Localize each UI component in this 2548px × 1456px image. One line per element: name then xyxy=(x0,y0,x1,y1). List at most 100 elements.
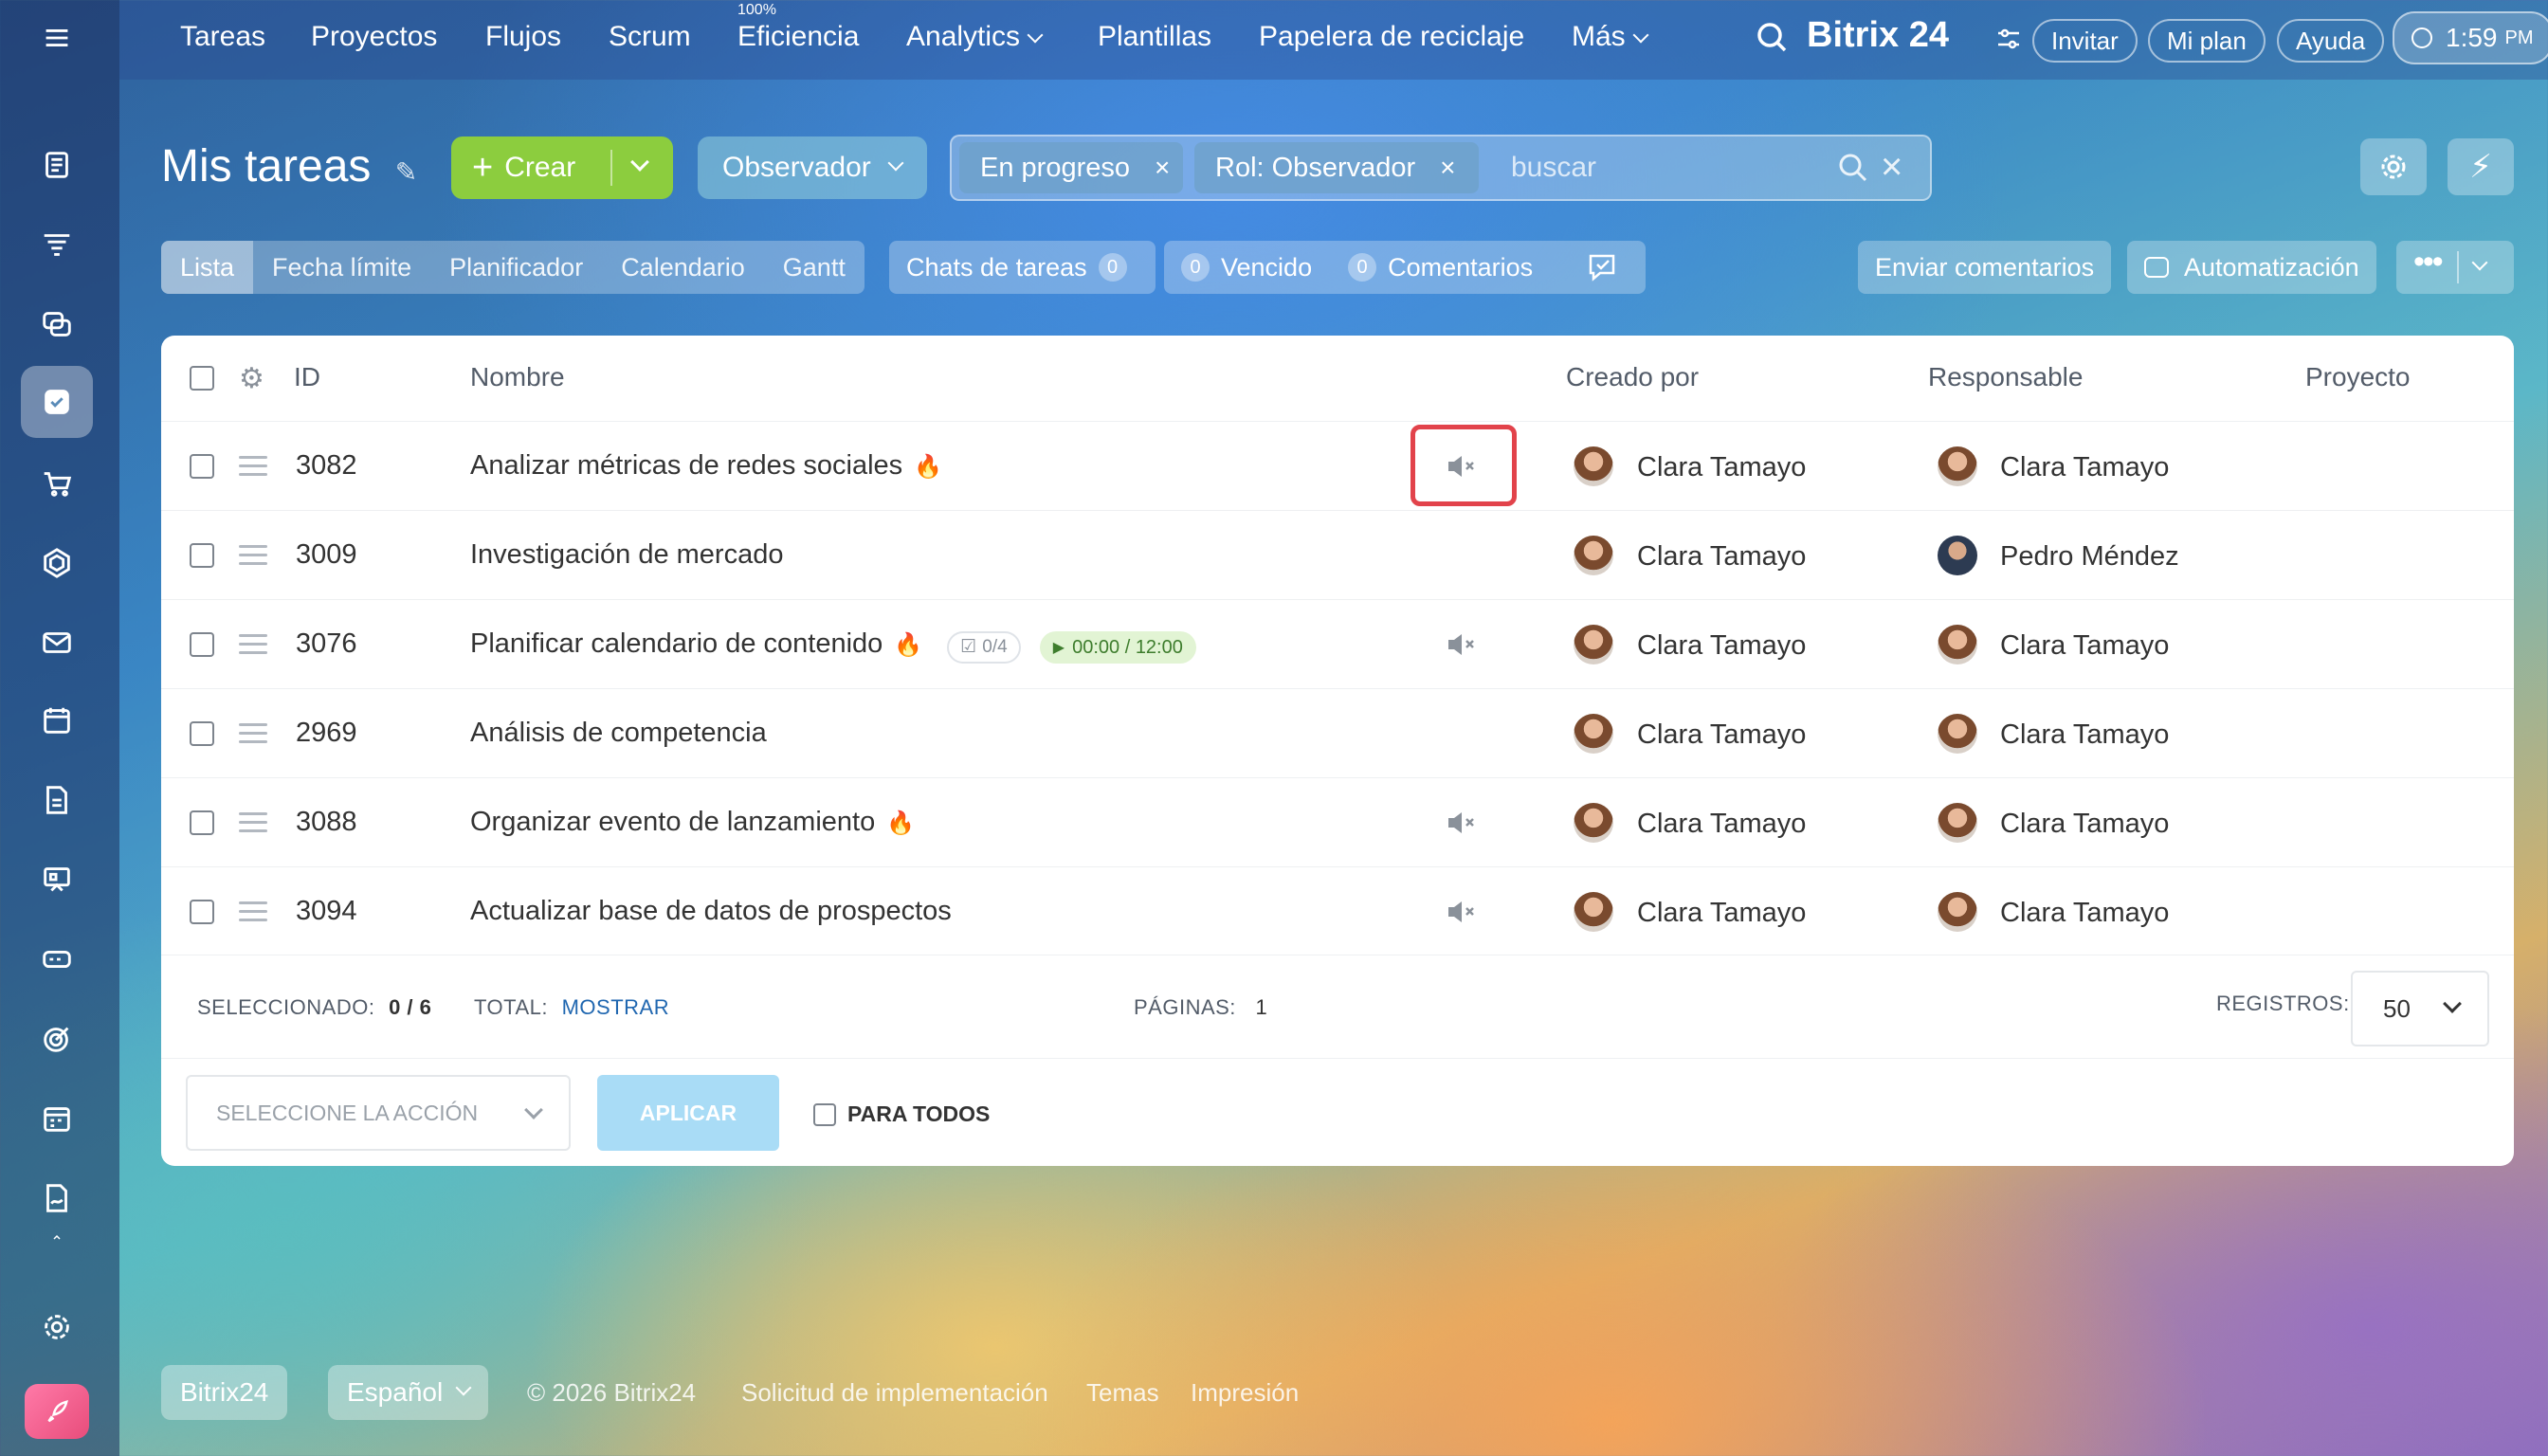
calendar-icon[interactable] xyxy=(21,684,93,756)
implementation-link[interactable]: Solicitud de implementación xyxy=(741,1378,1048,1408)
row-checkbox[interactable] xyxy=(190,810,214,835)
tab-planner[interactable]: Planificador xyxy=(430,241,602,294)
filter-search-box[interactable]: En progreso × Rol: Observador × buscar × xyxy=(950,135,1932,201)
overdue-count[interactable]: 0 xyxy=(1181,253,1210,282)
task-name[interactable]: Analizar métricas de redes sociales 🔥 xyxy=(470,450,942,482)
role-filter-button[interactable]: Observador xyxy=(698,136,927,199)
nav-flows[interactable]: Flujos xyxy=(485,21,561,53)
column-assignee[interactable]: Responsable xyxy=(1928,362,2083,392)
more-actions-button[interactable]: ••• xyxy=(2396,241,2514,294)
muted-icon[interactable] xyxy=(1445,898,1479,926)
print-link[interactable]: Impresión xyxy=(1191,1378,1299,1408)
comments-count[interactable]: 0 xyxy=(1348,253,1377,282)
search-icon[interactable] xyxy=(1754,19,1792,62)
timer-badge[interactable]: ▶ 00:00 / 12:00 xyxy=(1039,631,1196,664)
action-select[interactable]: SELECCIONE LA ACCIÓN xyxy=(186,1075,571,1151)
create-button[interactable]: + Crear xyxy=(451,136,673,199)
row-checkbox[interactable] xyxy=(190,632,214,657)
task-name[interactable]: Análisis de competencia xyxy=(470,718,767,749)
themes-link[interactable]: Temas xyxy=(1086,1378,1159,1408)
drag-handle-icon[interactable] xyxy=(239,634,267,660)
row-checkbox[interactable] xyxy=(190,454,214,479)
creator-name[interactable]: Clara Tamayo xyxy=(1637,630,1806,662)
for-all-checkbox[interactable] xyxy=(813,1102,836,1126)
filter-chip-role[interactable]: Rol: Observador × xyxy=(1194,142,1479,193)
tab-gantt[interactable]: Gantt xyxy=(764,241,864,294)
tab-calendar[interactable]: Calendario xyxy=(602,241,764,294)
drag-handle-icon[interactable] xyxy=(239,901,267,927)
table-row[interactable]: 3088 Organizar evento de lanzamiento 🔥 Cl… xyxy=(161,777,2514,866)
show-total-link[interactable]: MOSTRAR xyxy=(562,995,670,1019)
muted-icon[interactable] xyxy=(1445,809,1479,837)
language-select[interactable]: Español xyxy=(328,1365,489,1420)
task-chats-button[interactable]: Chats de tareas 0 xyxy=(889,241,1156,294)
tasks-icon[interactable] xyxy=(21,366,93,438)
nav-recycle-bin[interactable]: Papelera de reciclaje xyxy=(1259,21,1524,53)
assignee-name[interactable]: Clara Tamayo xyxy=(2000,452,2169,483)
menu-icon[interactable] xyxy=(21,2,93,74)
schedule-icon[interactable] xyxy=(21,1083,93,1155)
funnel-icon[interactable] xyxy=(21,209,93,281)
drag-handle-icon[interactable] xyxy=(239,812,267,838)
my-plan-button[interactable]: Mi plan xyxy=(2148,19,2266,63)
flash-button[interactable]: ⚡ xyxy=(2448,138,2514,195)
footer-brand-button[interactable]: Bitrix24 xyxy=(161,1365,288,1420)
search-icon[interactable] xyxy=(1835,150,1871,191)
comments-label[interactable]: Comentarios xyxy=(1388,253,1533,282)
tab-deadline[interactable]: Fecha límite xyxy=(253,241,430,294)
table-row[interactable]: 3076 Planificar calendario de contenido 🔥… xyxy=(161,599,2514,688)
records-per-page-select[interactable]: 50 xyxy=(2351,971,2489,1046)
settings-icon[interactable] xyxy=(21,1291,93,1363)
assignee-name[interactable]: Clara Tamayo xyxy=(2000,898,2169,929)
automation-button[interactable]: Automatización xyxy=(2127,241,2376,294)
creator-name[interactable]: Clara Tamayo xyxy=(1637,809,1806,840)
nav-projects[interactable]: Proyectos xyxy=(311,21,437,53)
rocket-icon[interactable] xyxy=(25,1384,89,1439)
table-row[interactable]: 3009 Investigación de mercado Clara Tama… xyxy=(161,510,2514,599)
gear-icon[interactable]: ⚙ xyxy=(239,362,264,395)
column-name[interactable]: Nombre xyxy=(470,362,565,392)
chat-icon[interactable] xyxy=(21,288,93,360)
mail-icon[interactable] xyxy=(21,607,93,679)
drive-icon[interactable] xyxy=(21,923,93,995)
assignee-name[interactable]: Clara Tamayo xyxy=(2000,719,2169,751)
task-name[interactable]: Actualizar base de datos de prospectos xyxy=(470,896,952,927)
search-input[interactable]: buscar xyxy=(1511,152,1596,184)
close-icon[interactable]: × xyxy=(1155,153,1170,183)
nav-tasks[interactable]: Tareas xyxy=(180,21,265,53)
table-row[interactable]: 2969 Análisis de competencia Clara Tamay… xyxy=(161,688,2514,777)
table-row[interactable]: 3082 Analizar métricas de redes sociales… xyxy=(161,421,2514,510)
drag-handle-icon[interactable] xyxy=(239,545,267,571)
apply-button[interactable]: APLICAR xyxy=(597,1075,779,1151)
muted-icon[interactable] xyxy=(1445,630,1479,659)
clock-widget[interactable]: 1:59 PM xyxy=(2393,11,2548,64)
invite-button[interactable]: Invitar xyxy=(2032,19,2138,63)
column-id[interactable]: ID xyxy=(294,362,320,392)
nav-analytics[interactable]: Analytics xyxy=(906,21,1044,53)
task-name[interactable]: Organizar evento de lanzamiento 🔥 xyxy=(470,807,915,838)
brand-logo[interactable]: Bitrix 24 xyxy=(1807,15,1949,56)
creator-name[interactable]: Clara Tamayo xyxy=(1637,541,1806,573)
drag-handle-icon[interactable] xyxy=(239,723,267,749)
checklist-badge[interactable]: ☑ 0/4 xyxy=(947,630,1021,664)
pin-icon[interactable]: ✎ xyxy=(395,157,417,187)
nav-templates[interactable]: Plantillas xyxy=(1098,21,1211,53)
row-checkbox[interactable] xyxy=(190,543,214,568)
clear-icon[interactable]: × xyxy=(1881,146,1902,189)
hexagon-icon[interactable] xyxy=(21,527,93,599)
creator-name[interactable]: Clara Tamayo xyxy=(1637,898,1806,929)
assignee-name[interactable]: Pedro Méndez xyxy=(2000,541,2179,573)
collapse-icon[interactable] xyxy=(21,1223,93,1251)
table-row[interactable]: 3094 Actualizar base de datos de prospec… xyxy=(161,866,2514,956)
create-dropdown-icon[interactable] xyxy=(630,153,649,172)
filter-chip-in-progress[interactable]: En progreso × xyxy=(959,142,1183,193)
column-project[interactable]: Proyecto xyxy=(2305,362,2411,392)
nav-more[interactable]: Más xyxy=(1572,21,1649,53)
row-checkbox[interactable] xyxy=(190,900,214,924)
cart-icon[interactable] xyxy=(21,447,93,519)
nav-efficiency[interactable]: Eficiencia xyxy=(737,21,859,53)
drag-handle-icon[interactable] xyxy=(239,456,267,482)
target-icon[interactable] xyxy=(21,1003,93,1075)
send-feedback-button[interactable]: Enviar comentarios xyxy=(1858,241,2112,294)
presentation-icon[interactable] xyxy=(21,844,93,916)
